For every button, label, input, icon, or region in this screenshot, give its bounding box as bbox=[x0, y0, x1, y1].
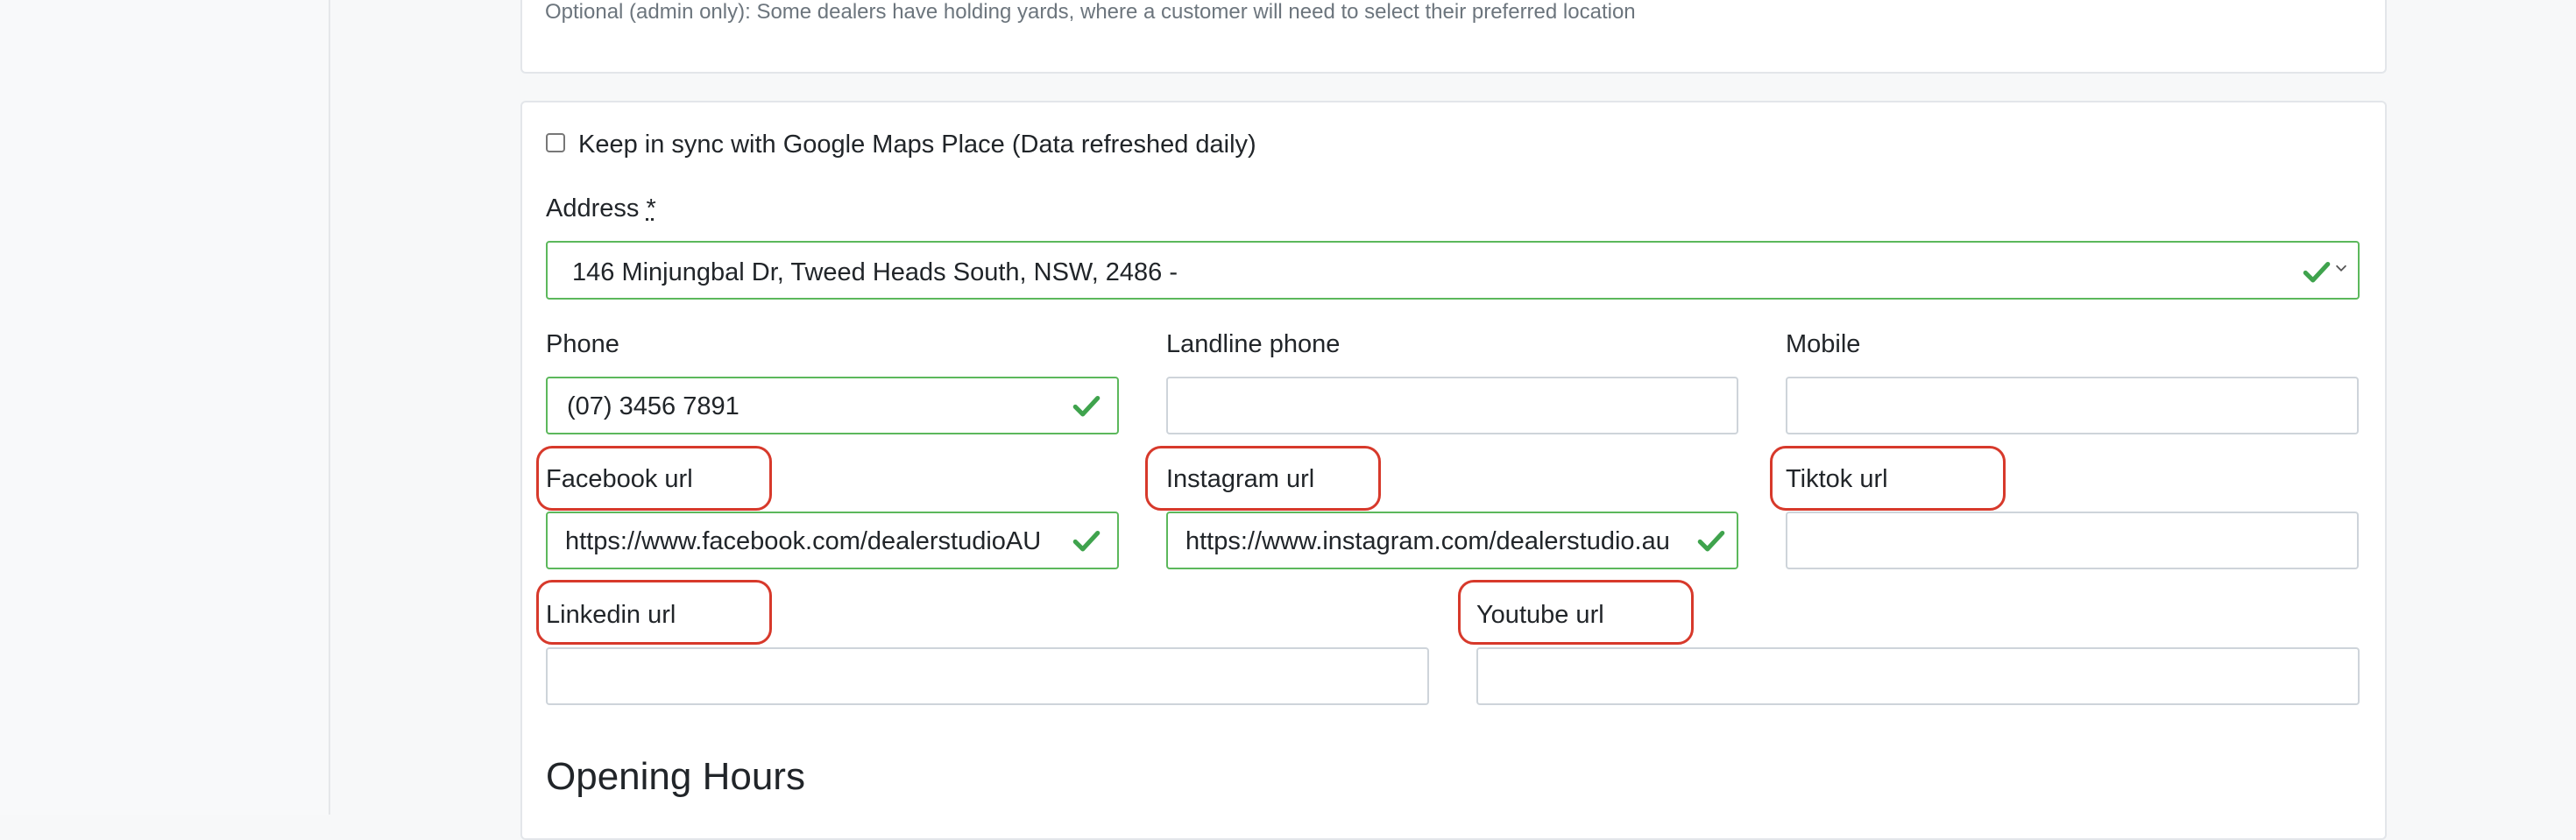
check-icon bbox=[1072, 526, 1101, 555]
holding-yards-help-text: Optional (admin only): Some dealers have… bbox=[545, 0, 1636, 24]
tiktok-url-input[interactable] bbox=[1786, 512, 2359, 569]
linkedin-url-input[interactable] bbox=[546, 647, 1429, 705]
instagram-url-value: https://www.instagram.com/dealerstudio.a… bbox=[1185, 527, 1670, 555]
phone-label: Phone bbox=[546, 330, 619, 358]
youtube-url-input[interactable] bbox=[1476, 647, 2360, 705]
dealer-details-card bbox=[520, 101, 2387, 840]
instagram-url-input[interactable]: https://www.instagram.com/dealerstudio.a… bbox=[1166, 512, 1738, 569]
address-label: Address * bbox=[546, 194, 656, 223]
required-mark: * bbox=[646, 194, 656, 222]
sync-google-maps-label[interactable]: Keep in sync with Google Maps Place (Dat… bbox=[578, 131, 1256, 159]
facebook-url-value: https://www.facebook.com/dealerstudioAU bbox=[565, 527, 1042, 555]
check-icon bbox=[2302, 257, 2332, 286]
linkedin-label: Linkedin url bbox=[546, 601, 676, 629]
address-select[interactable]: 146 Minjungbal Dr, Tweed Heads South, NS… bbox=[546, 241, 2360, 300]
facebook-url-input[interactable]: https://www.facebook.com/dealerstudioAU bbox=[546, 512, 1119, 569]
landline-input[interactable] bbox=[1166, 377, 1738, 434]
left-sidebar bbox=[0, 0, 330, 815]
address-value: 146 Minjungbal Dr, Tweed Heads South, NS… bbox=[572, 258, 1178, 286]
youtube-label: Youtube url bbox=[1476, 601, 1604, 629]
check-icon bbox=[1072, 391, 1101, 420]
phone-input[interactable]: (07) 3456 7891 bbox=[546, 377, 1119, 434]
sync-google-maps-checkbox[interactable] bbox=[546, 133, 565, 152]
opening-hours-heading: Opening Hours bbox=[546, 755, 805, 798]
facebook-label: Facebook url bbox=[546, 465, 693, 493]
landline-label: Landline phone bbox=[1166, 330, 1341, 358]
tiktok-label: Tiktok url bbox=[1786, 465, 1888, 493]
mobile-input[interactable] bbox=[1786, 377, 2359, 434]
phone-value: (07) 3456 7891 bbox=[567, 392, 740, 420]
mobile-label: Mobile bbox=[1786, 330, 1861, 358]
instagram-label: Instagram url bbox=[1166, 465, 1315, 493]
address-label-text: Address bbox=[546, 194, 640, 222]
check-icon bbox=[1696, 526, 1726, 555]
chevron-down-icon bbox=[2333, 260, 2349, 276]
